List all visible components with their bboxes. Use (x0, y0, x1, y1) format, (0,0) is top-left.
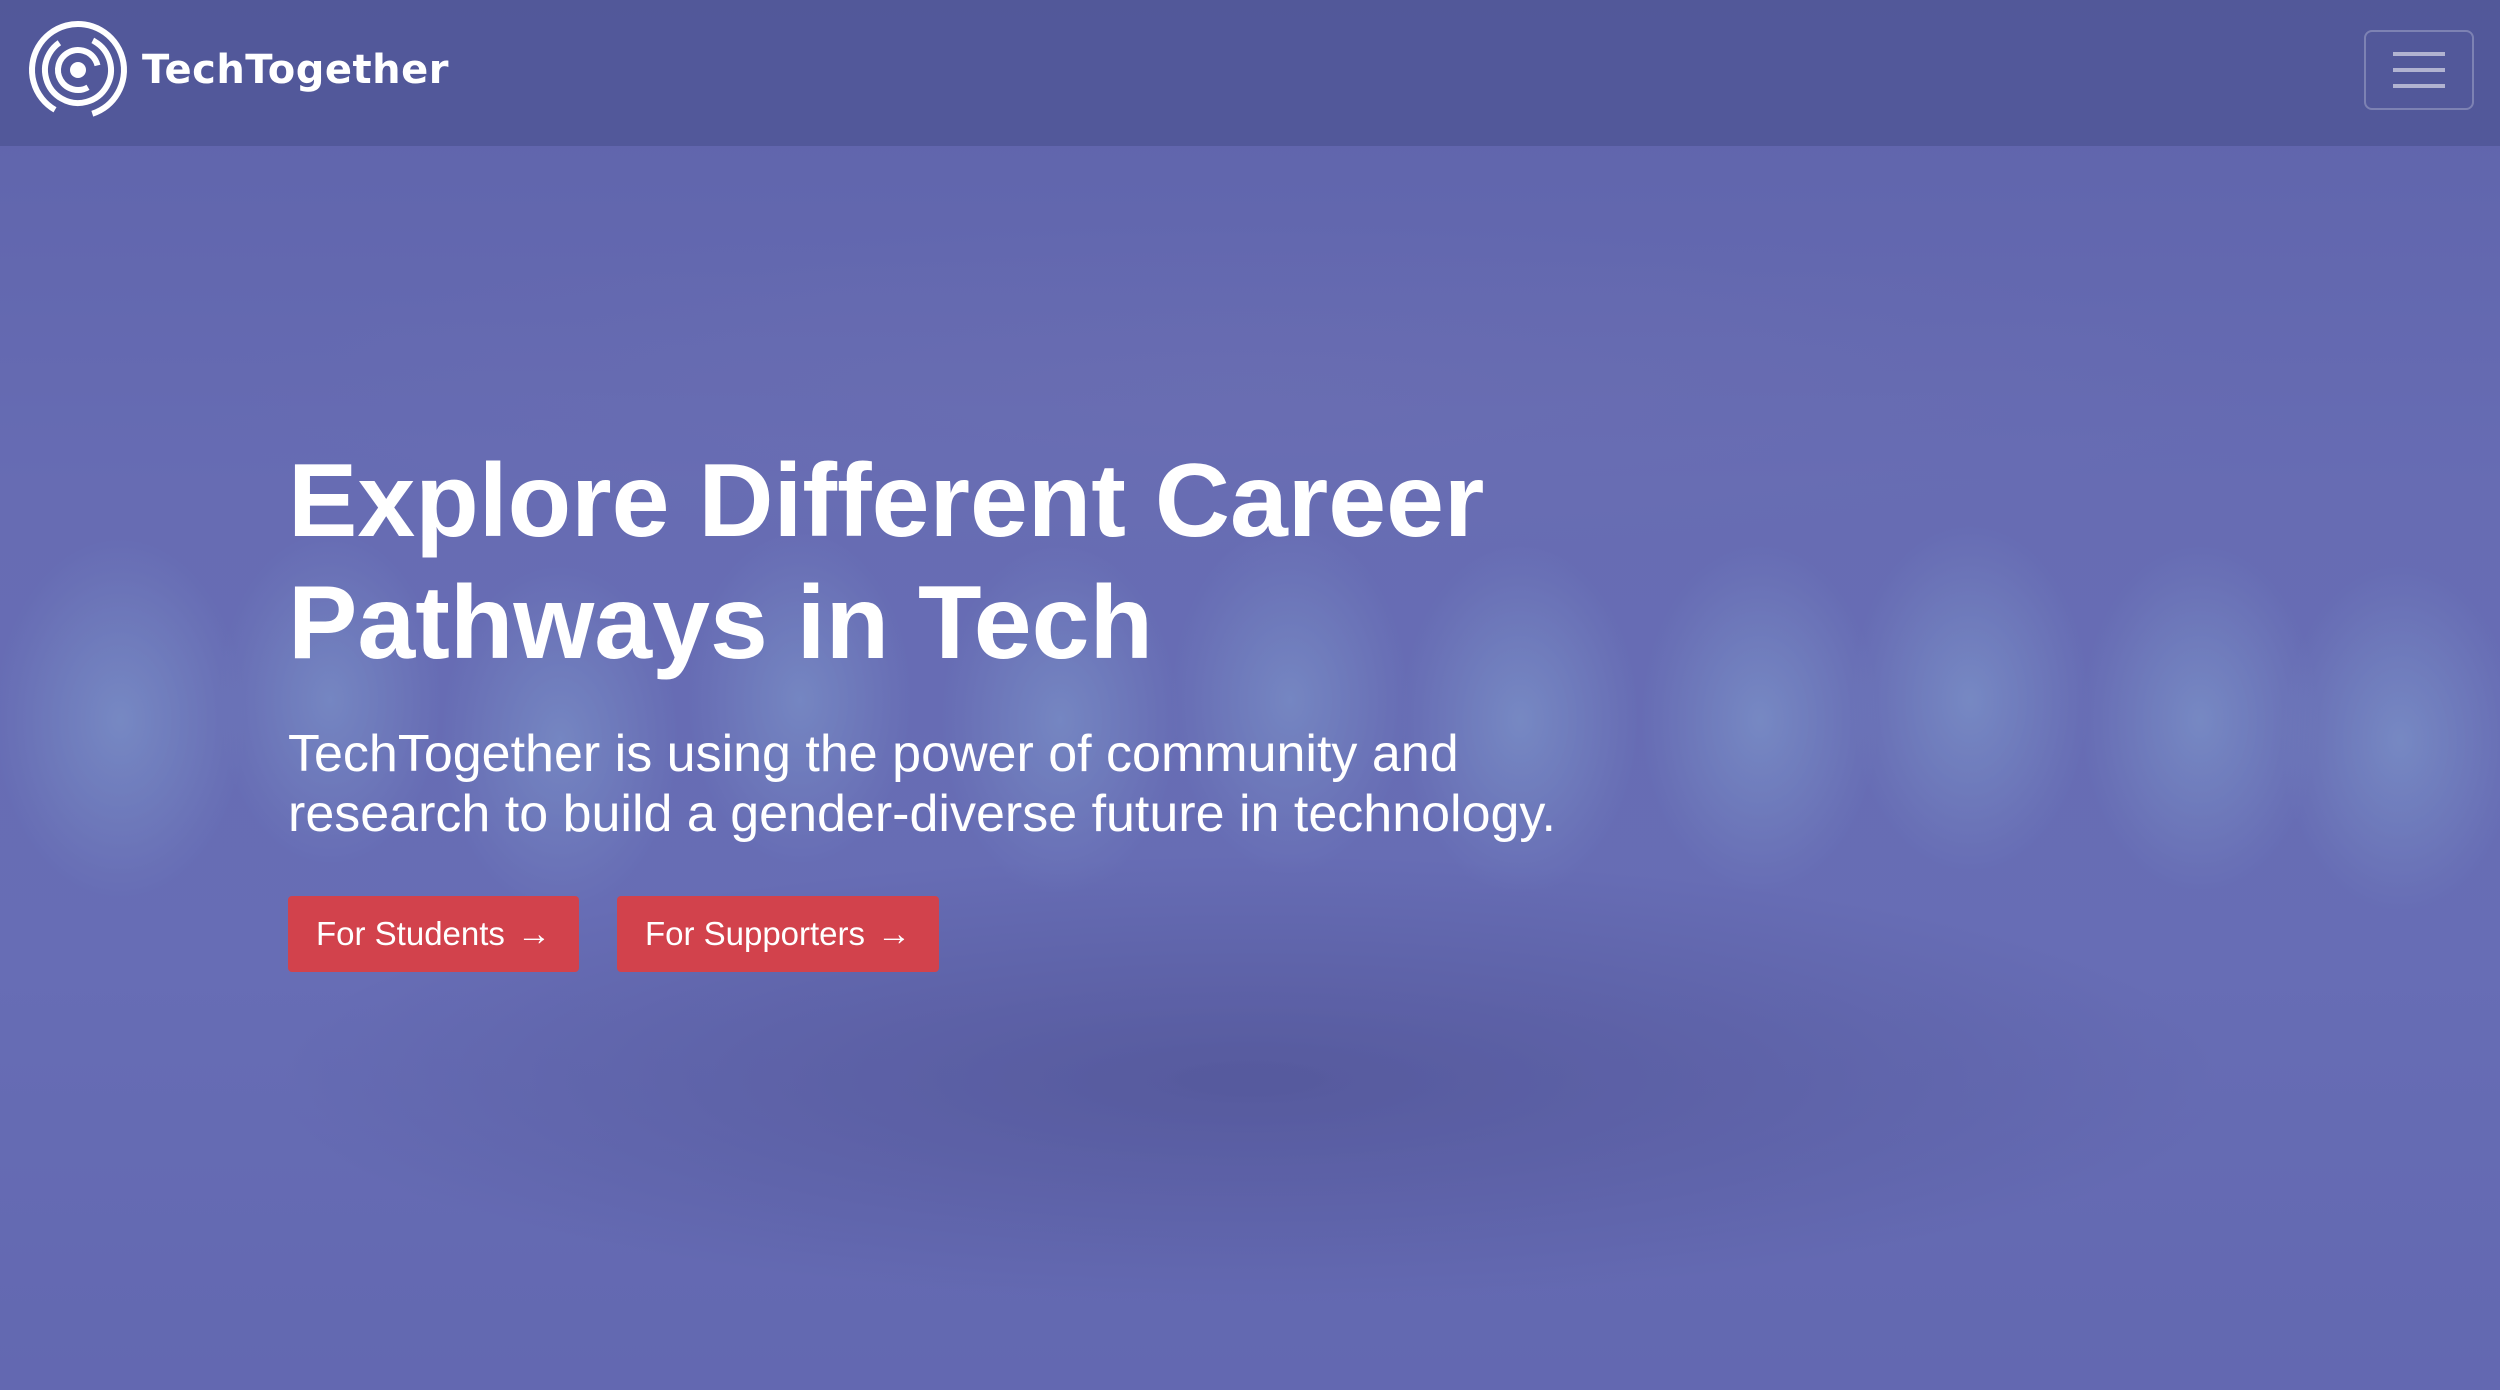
for-students-button[interactable]: For Students → (288, 896, 579, 972)
for-students-label: For Students (316, 915, 505, 952)
menu-toggle-button[interactable] (2364, 30, 2474, 110)
brand-name: TechTogether (142, 47, 449, 93)
for-supporters-button[interactable]: For Supporters → (616, 896, 940, 972)
hamburger-menu-icon (2393, 50, 2445, 90)
brand-link[interactable]: TechTogether (28, 20, 449, 120)
arrow-right-icon: → (516, 914, 551, 953)
for-supporters-label: For Supporters (644, 915, 866, 952)
page: TechTogether Explore Different Career Pa… (0, 0, 2500, 1390)
hero-content: Explore Different Career Pathways in Tec… (288, 440, 1588, 972)
spiral-logo-icon (28, 20, 128, 120)
arrow-right-icon: → (877, 914, 912, 953)
hero-subtitle: TechTogether is using the power of commu… (288, 725, 1557, 843)
cta-row: For Students → For Supporters → (288, 896, 1588, 972)
hero-title: Explore Different Career Pathways in Tec… (288, 443, 1485, 681)
navbar: TechTogether (0, 0, 2500, 146)
